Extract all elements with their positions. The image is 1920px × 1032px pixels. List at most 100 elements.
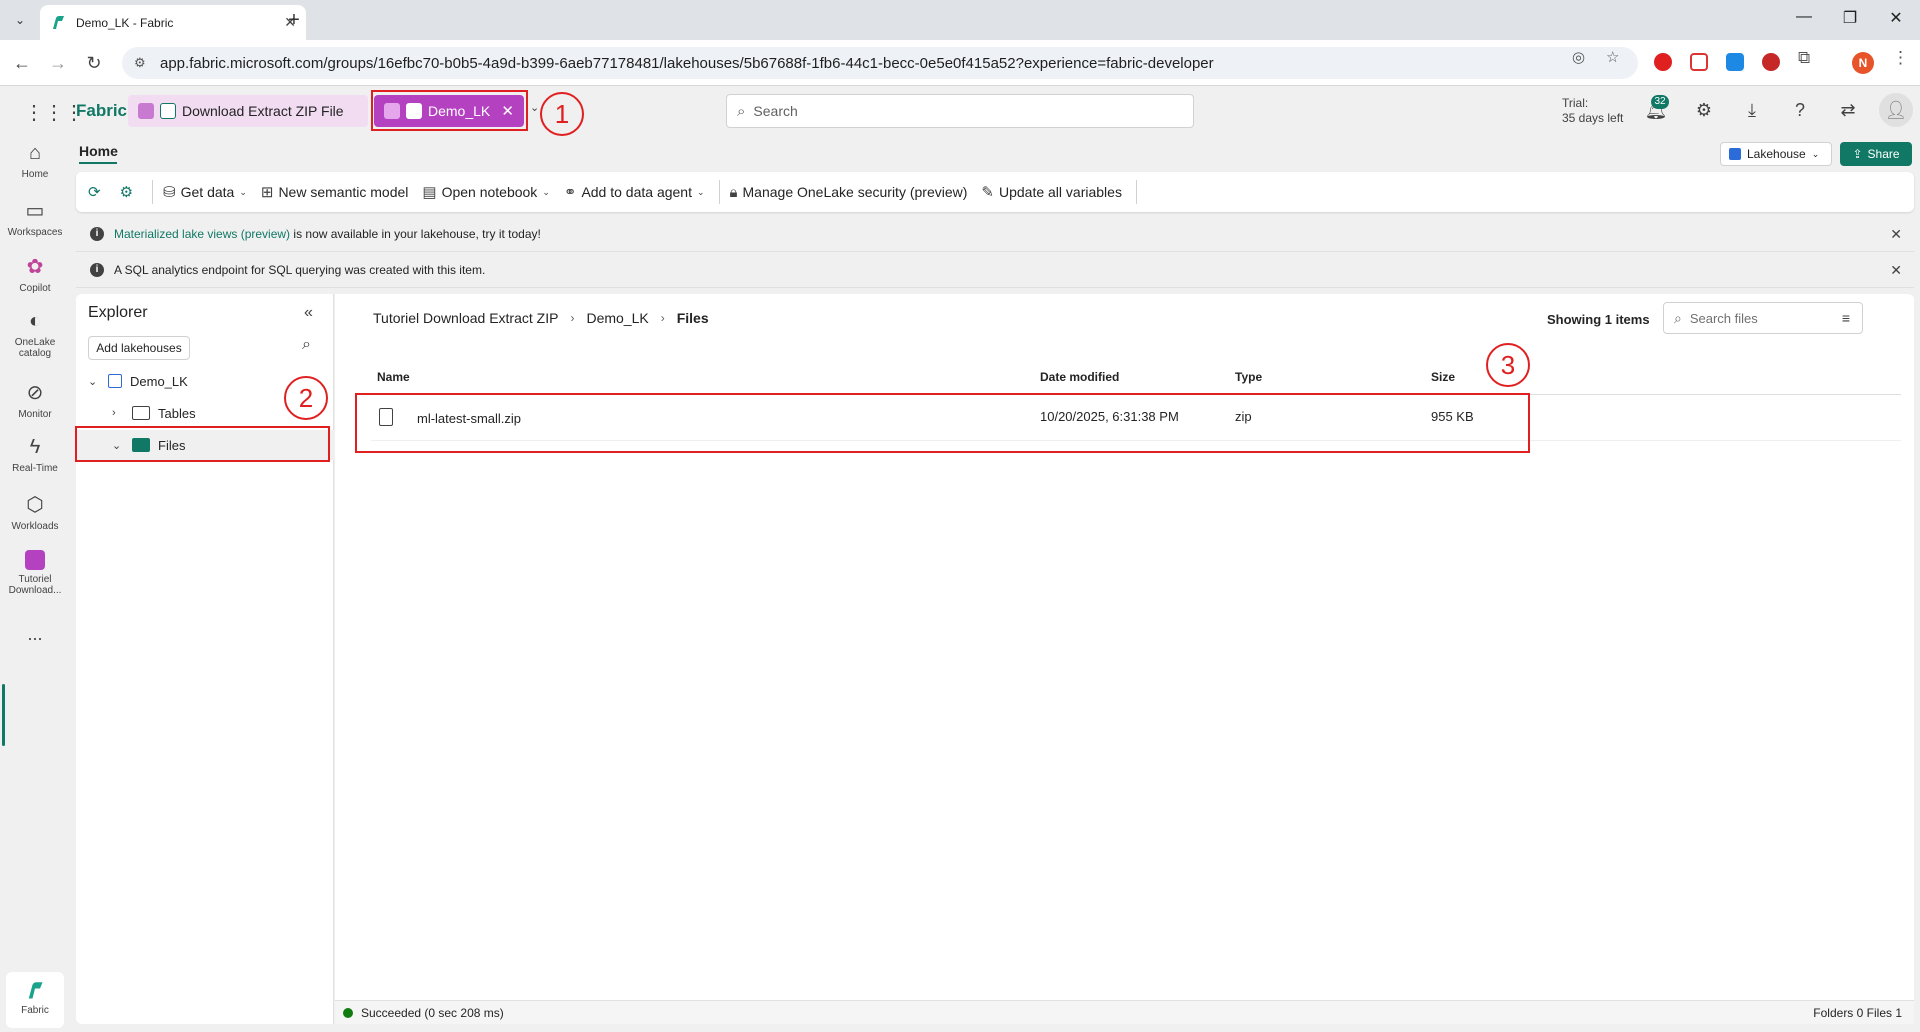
search-files-input[interactable]: ⌕ Search files ≡ — [1663, 302, 1863, 334]
browser-tab-title: Demo_LK - Fabric — [76, 15, 174, 30]
settings-button[interactable]: ⚙ — [120, 183, 138, 201]
open-notebook-label: Open notebook — [441, 184, 538, 200]
restore-icon[interactable]: ❐ — [1838, 8, 1862, 28]
download-icon[interactable]: ⤓ — [1740, 100, 1764, 121]
help-icon[interactable]: ? — [1788, 100, 1812, 121]
info-banner-sql-endpoint: i A SQL analytics endpoint for SQL query… — [76, 252, 1914, 288]
update-all-variables-button[interactable]: ✎ Update all variables — [981, 183, 1122, 201]
refresh-button[interactable]: ⟳ — [88, 183, 106, 201]
breadcrumb-lakehouse[interactable]: Demo_LK — [586, 310, 648, 326]
close-icon[interactable]: ✕ — [1890, 262, 1902, 279]
active-tab-indicator — [79, 162, 117, 164]
annotation-box-1 — [371, 90, 528, 131]
banner-text: is now available in your lakehouse, try … — [290, 226, 541, 241]
close-icon[interactable]: ✕ — [1890, 226, 1902, 243]
more-items-chevron-icon[interactable]: ⌄ — [530, 101, 539, 114]
search-placeholder: Search — [753, 103, 798, 119]
global-search-input[interactable]: ⌕ Search — [726, 94, 1194, 128]
new-semantic-model-button[interactable]: ⊞ New semantic model — [261, 183, 409, 201]
materialized-views-link[interactable]: Materialized lake views (preview) — [114, 227, 290, 241]
back-icon[interactable]: ← — [10, 52, 34, 74]
lakehouse-dropdown-label: Lakehouse — [1747, 147, 1806, 161]
bookmark-star-icon[interactable]: ☆ — [1606, 48, 1619, 66]
info-icon: i — [90, 262, 104, 277]
rail-item-home[interactable]: ⌂ Home — [0, 142, 70, 180]
rail-label: Workloads — [11, 521, 59, 532]
chevron-right-icon: › — [660, 311, 665, 325]
rail-active-indicator — [2, 684, 5, 746]
notebook-icon: ▤ — [422, 184, 437, 201]
rail-label: Monitor — [18, 409, 52, 420]
notification-count-badge: 32 — [1651, 95, 1669, 109]
rail-more-icon[interactable]: ... — [0, 624, 70, 645]
address-bar-row: ← → ↻ ⚙ app.fabric.microsoft.com/groups/… — [0, 40, 1920, 86]
info-icon: i — [90, 226, 104, 241]
filter-icon[interactable]: ≡ — [1842, 310, 1850, 326]
tab-home[interactable]: Home — [79, 143, 118, 159]
new-tab-button[interactable]: + — [282, 8, 306, 32]
breadcrumb-workspace[interactable]: Tutoriel Download Extract ZIP — [373, 310, 558, 326]
add-lakehouses-button[interactable]: Add lakehouses — [88, 336, 190, 360]
rail-item-workspaces[interactable]: ▭ Workspaces — [0, 198, 70, 238]
home-icon: ⌂ — [28, 142, 42, 164]
breadcrumb-current: Files — [676, 310, 709, 326]
open-item-tab-download-extract[interactable]: Download Extract ZIP File — [128, 95, 368, 127]
browser-menu-icon[interactable]: ⋮ — [1892, 48, 1909, 68]
manage-onelake-security-button[interactable]: 🔒︎ Manage OneLake security (preview) — [730, 184, 968, 201]
rail-item-workloads[interactable]: ⬡ Workloads — [0, 492, 70, 532]
open-notebook-button[interactable]: ▤ Open notebook ⌄ — [422, 183, 549, 201]
tracking-off-icon[interactable]: ◎ — [1572, 48, 1585, 66]
reload-icon[interactable]: ↻ — [82, 52, 106, 74]
url-field[interactable]: ⚙ app.fabric.microsoft.com/groups/16efbc… — [122, 47, 1638, 79]
rail-item-real-time[interactable]: ϟ Real-Time — [0, 436, 70, 474]
trial-label: Trial: — [1562, 96, 1589, 110]
search-icon: ⌕ — [1674, 309, 1682, 326]
close-window-icon[interactable]: ✕ — [1884, 8, 1908, 28]
extensions-puzzle-icon[interactable]: ⧉ — [1798, 48, 1810, 68]
rail-label-line2: Download... — [8, 585, 62, 596]
minimize-icon[interactable]: — — [1792, 8, 1816, 26]
app-launcher-icon[interactable]: ⋮⋮⋮ — [24, 100, 84, 125]
rail-item-onelake-catalog[interactable]: ◐ OneLake catalog — [0, 310, 70, 359]
column-header-type[interactable]: Type — [1235, 370, 1262, 384]
lakehouse-mode-dropdown[interactable]: Lakehouse ⌄ — [1720, 142, 1832, 166]
column-header-date[interactable]: Date modified — [1040, 370, 1119, 384]
data-agent-icon: ⚭ — [563, 184, 577, 201]
get-data-button[interactable]: ⛁ Get data ⌄ — [163, 183, 247, 201]
browser-tab-bar: ⌄ Demo_LK - Fabric ✕ + — ❐ ✕ — [0, 0, 1920, 40]
update-variables-label: Update all variables — [998, 184, 1122, 200]
manage-security-label: Manage OneLake security (preview) — [742, 184, 968, 200]
status-message: Succeeded (0 sec 208 ms) — [361, 1005, 504, 1020]
profile-avatar[interactable]: N — [1852, 52, 1874, 74]
site-info-icon[interactable]: ⚙ — [134, 55, 150, 71]
collapse-pane-icon[interactable]: « — [304, 304, 313, 322]
extension-red-icon[interactable] — [1654, 53, 1672, 71]
browser-tab[interactable]: Demo_LK - Fabric ✕ — [40, 5, 306, 40]
rail-item-tutoriel-download[interactable]: Tutoriel Download... — [0, 550, 70, 596]
forward-icon[interactable]: → — [46, 52, 70, 74]
ribbon-divider — [152, 180, 154, 204]
extension-blue-icon[interactable] — [1726, 53, 1744, 71]
fabric-brand[interactable]: Fabric — [76, 101, 127, 121]
tab-search-button[interactable]: ⌄ — [8, 8, 32, 32]
share-button[interactable]: ⇪ Share — [1840, 142, 1912, 166]
share-feedback-icon[interactable]: ⇄ — [1836, 100, 1860, 121]
explorer-search-icon[interactable]: ⌕ — [302, 336, 311, 354]
extension-record-icon[interactable] — [1762, 53, 1780, 71]
trial-status[interactable]: Trial: 35 days left — [1562, 96, 1623, 126]
extension-shield-icon[interactable] — [1690, 53, 1708, 71]
fabric-logo-icon — [28, 982, 43, 999]
settings-gear-icon[interactable]: ⚙ — [1692, 100, 1716, 121]
lakehouse-icon — [108, 374, 122, 388]
column-header-name[interactable]: Name — [377, 370, 410, 384]
fabric-experience-switcher[interactable]: Fabric — [6, 972, 64, 1028]
workspaces-icon: ▭ — [25, 200, 45, 222]
rail-item-copilot[interactable]: ✿ Copilot — [0, 254, 70, 294]
variables-icon: ✎ — [981, 184, 994, 201]
add-to-data-agent-button[interactable]: ⚭ Add to data agent ⌄ — [564, 183, 705, 201]
rail-item-monitor[interactable]: ⊘ Monitor — [0, 380, 70, 420]
explorer-title: Explorer — [88, 304, 148, 321]
column-header-size[interactable]: Size — [1431, 370, 1455, 384]
rail-label: Workspaces — [7, 227, 63, 238]
user-avatar[interactable]: 👤︎ — [1879, 93, 1913, 127]
